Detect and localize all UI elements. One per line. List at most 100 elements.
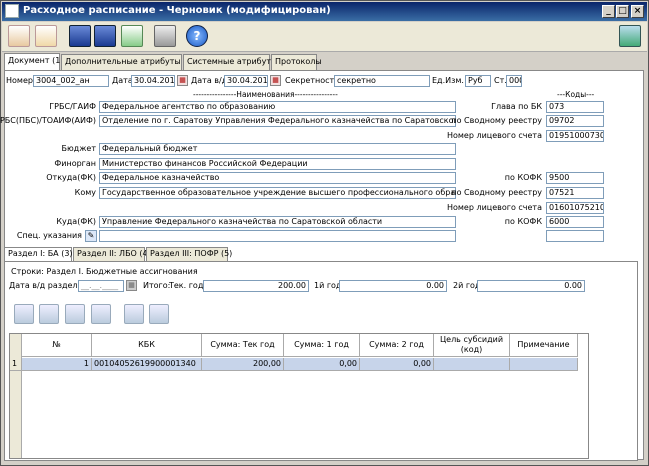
glava-field[interactable]: 073 [546,101,604,113]
finorg-label: Финорган [54,159,96,168]
maximize-button[interactable]: □ [616,5,629,18]
kofk1-field[interactable]: 9500 [546,172,604,184]
section-title: Строки: Раздел I. Бюджетные ассигнования [11,267,198,276]
rows-grid: № КБК Сумма: Тек год Сумма: 1 год Сумма:… [9,333,589,459]
title-bar: Расходное расписание - Черновик (модифиц… [2,2,647,21]
tab-additional[interactable]: Дополнительные атрибуты (2) [61,54,195,70]
kofk1-label: по КОФК [504,173,542,182]
tek-label: Тек. год [169,281,204,290]
row-number: 1 [10,358,22,371]
app-icon [5,4,19,18]
close-button[interactable]: × [631,5,644,18]
spec-field[interactable] [99,230,456,242]
secr-label: Секретность [285,76,339,85]
section-date-label: Дата в/д раздела [9,281,83,290]
komu-field[interactable]: Государственное образовательное учрежден… [99,187,456,199]
st-label: Ст. [494,76,507,85]
approve-icon[interactable] [121,25,143,47]
calendar-icon[interactable]: ▦ [270,75,281,86]
col-header-tek[interactable]: Сумма: Тек год [202,334,284,357]
secr-field[interactable]: секретно [334,75,430,87]
delete-row-icon[interactable] [91,304,111,324]
nomer-label: Номер [6,76,33,85]
minimize-button[interactable]: _ [602,5,615,18]
finorg-field[interactable]: Министерство финансов Российской Федерац… [99,158,456,170]
col-header-prim[interactable]: Примечание [510,334,578,357]
calendar-icon[interactable]: ▦ [126,280,137,291]
data-label: Дата [112,76,133,85]
window-title: Расходное расписание - Черновик (модифиц… [23,5,331,16]
data-vd-label: Дата в/д [191,76,228,85]
cell-n[interactable]: 1 [22,358,92,371]
otkuda-field[interactable]: Федеральное казначейство [99,172,456,184]
itogo-label: Итого: [143,281,171,290]
glava-label: Глава по БК [491,102,542,111]
print-icon[interactable] [154,25,176,47]
add-row-icon[interactable] [14,304,34,324]
cell-y2[interactable]: 0,00 [360,358,434,371]
codes-section-header: ---Коды--- [557,90,595,99]
help-icon[interactable]: ? [186,25,208,47]
y2-total-field: 0.00 [477,280,585,292]
rbs-field[interactable]: Отделение по г. Саратову Управления Феде… [99,115,456,127]
cell-kbk[interactable]: 00104052619900001340 [92,358,202,371]
save-green-icon[interactable] [69,25,91,47]
names-section-header: ----------------Наименования------------… [193,90,338,99]
kofk2-label: по КОФК [504,217,542,226]
cell-cel[interactable] [434,358,510,371]
copy-rows-icon[interactable] [124,304,144,324]
exit-icon[interactable] [619,25,641,47]
new-doc-icon[interactable] [8,25,30,47]
tab-document[interactable]: Документ (1) [4,53,63,70]
cell-tek[interactable]: 200,00 [202,358,284,371]
svod2-label: по Сводному реестру [451,188,542,197]
insert-row-icon[interactable] [39,304,59,324]
grid-settings-icon[interactable] [149,304,169,324]
tab-system[interactable]: Системные атрибуты [183,54,277,70]
col-header-y2[interactable]: Сумма: 2 год [360,334,434,357]
edit-row-icon[interactable] [65,304,85,324]
col-header-cel[interactable]: Цель субсидий (код) [434,334,510,357]
otkuda-label: Откуда(ФК) [46,173,96,182]
row-header-column [10,334,22,458]
spec-label: Спец. указания [16,231,82,240]
st-field[interactable]: 000 [506,75,522,87]
svod2-field[interactable]: 07521 [546,187,604,199]
spec-code-field[interactable] [546,230,604,242]
kuda-field[interactable]: Управление Федерального казначейства по … [99,216,456,228]
cell-prim[interactable] [510,358,578,371]
tab-protocols[interactable]: Протоколы [271,54,322,70]
tab-section-ba[interactable]: Раздел I: БА (3) [4,247,73,261]
col-header-n[interactable]: № [22,334,92,357]
tek-total-field: 200.00 [203,280,309,292]
edizm-field[interactable]: Руб [465,75,491,87]
edit-note-icon[interactable]: ✎ [85,230,97,242]
col-header-y1[interactable]: Сумма: 1 год [284,334,360,357]
ls1-field[interactable]: 01951000730 [546,130,604,142]
kuda-label: Куда(ФК) [56,217,96,226]
copy-doc-icon[interactable] [35,25,57,47]
budget-field[interactable]: Федеральный бюджет [99,143,456,155]
col-header-kbk[interactable]: КБК [92,334,202,357]
tab-section-pofr[interactable]: Раздел III: ПОФР (5) [146,247,232,261]
save-icon[interactable] [94,25,116,47]
y1-label: 1й год [314,281,342,290]
budget-label: Бюджет [61,144,96,153]
ls2-field[interactable]: 01601075210 [546,202,604,214]
nomer-field[interactable]: 3004_002_ан [33,75,109,87]
section-date-field[interactable]: __.__.____ [78,280,124,292]
toolbar: ? [2,22,647,52]
calendar-icon[interactable]: ▦ [177,75,188,86]
window: Расходное расписание - Черновик (модифиц… [0,0,649,466]
data-vd-field[interactable]: 30.04.2010 [224,75,268,87]
grbs-field[interactable]: Федеральное агентство по образованию [99,101,456,113]
kofk2-field[interactable]: 6000 [546,216,604,228]
ls1-label: Номер лицевого счета [446,131,542,140]
ls2-label: Номер лицевого счета [446,203,542,212]
svod1-field[interactable]: 09702 [546,115,604,127]
tab-section-lbo[interactable]: Раздел II: ЛБО (4) [73,247,151,261]
y1-total-field: 0.00 [339,280,447,292]
cell-y1[interactable]: 0,00 [284,358,360,371]
data-field[interactable]: 30.04.2010 [131,75,175,87]
svod1-label: по Сводному реестру [451,116,542,125]
